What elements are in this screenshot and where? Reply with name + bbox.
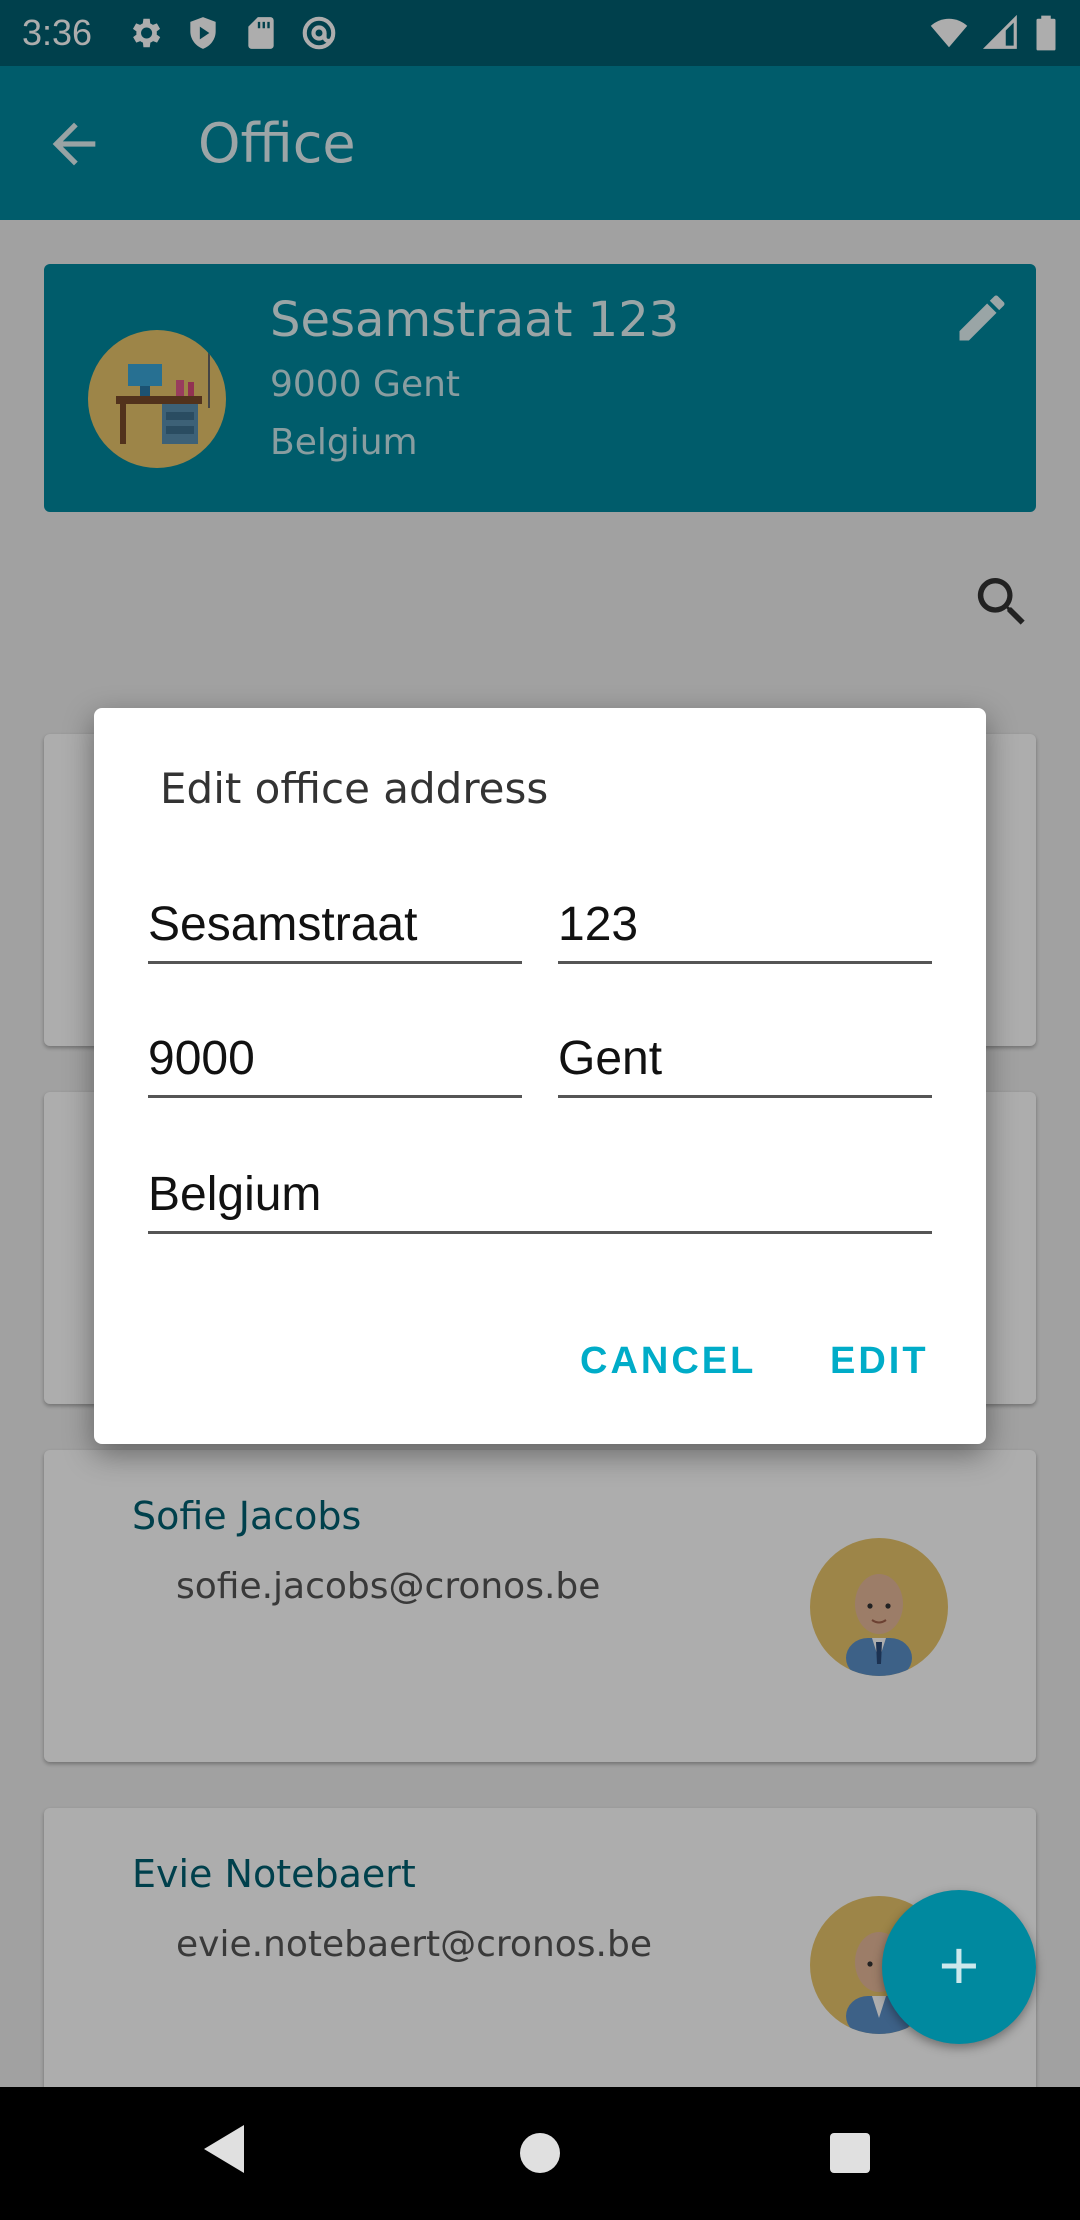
country-field-container xyxy=(148,1158,932,1234)
country-field[interactable] xyxy=(148,1158,932,1230)
postal-code-field-container xyxy=(148,1022,522,1098)
system-nav-bar xyxy=(0,2087,1080,2220)
number-field-container xyxy=(558,888,932,964)
city-field-container xyxy=(558,1022,932,1098)
dialog-title: Edit office address xyxy=(160,764,549,813)
cancel-button[interactable]: CANCEL xyxy=(580,1340,756,1383)
street-field-container xyxy=(148,888,522,964)
postal-code-field[interactable] xyxy=(148,1022,522,1094)
street-field[interactable] xyxy=(148,888,522,960)
house-number-field[interactable] xyxy=(558,888,932,960)
add-employee-button[interactable]: + xyxy=(882,1890,1036,2044)
edit-address-dialog: Edit office address CANCEL EDIT xyxy=(94,708,986,1444)
plus-icon: + xyxy=(938,1926,980,2004)
nav-home-icon[interactable] xyxy=(520,2133,560,2173)
nav-recents-icon[interactable] xyxy=(830,2133,870,2173)
nav-back-icon[interactable] xyxy=(204,2125,244,2173)
city-field[interactable] xyxy=(558,1022,932,1094)
edit-button[interactable]: EDIT xyxy=(830,1340,929,1383)
